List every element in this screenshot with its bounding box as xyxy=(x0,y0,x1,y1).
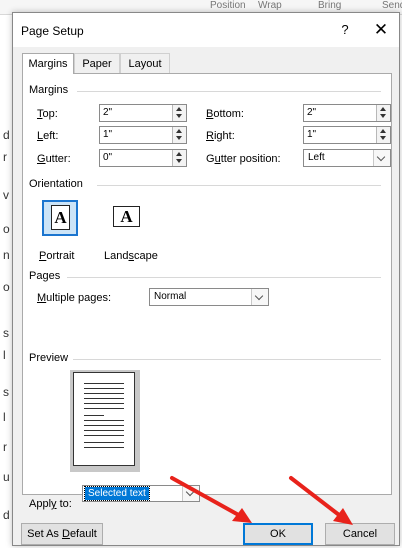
left-margin-label: Left: xyxy=(37,130,59,142)
apply-to-value: Selected text xyxy=(84,486,150,501)
chevron-down-icon xyxy=(376,152,386,162)
ribbon-item-wrap[interactable]: Wrap xyxy=(258,0,282,11)
cancel-button[interactable]: Cancel xyxy=(325,523,395,545)
spin-down-icon[interactable] xyxy=(176,136,182,140)
spin-down-icon[interactable] xyxy=(380,136,386,140)
left-margin-value: 1" xyxy=(103,129,113,140)
gutter-field[interactable]: 0" xyxy=(99,149,187,167)
doc-letter: r xyxy=(3,150,7,164)
landscape-label: Landscape xyxy=(104,250,158,262)
portrait-label: Portrait xyxy=(39,250,75,262)
landscape-option[interactable]: A xyxy=(108,200,144,236)
doc-letter: s xyxy=(3,326,9,340)
gutter-value: 0" xyxy=(103,152,113,163)
gutter-position-label: Gutter position: xyxy=(206,153,281,165)
apply-to-select[interactable]: Selected text xyxy=(82,485,200,502)
section-divider xyxy=(73,359,381,360)
landscape-page-icon: A xyxy=(113,206,140,227)
gutter-position-dropdown[interactable] xyxy=(373,150,390,166)
preview-section-label: Preview xyxy=(29,352,69,364)
left-margin-field[interactable]: 1" xyxy=(99,126,187,144)
chevron-down-icon xyxy=(254,291,264,301)
close-button[interactable]: ✕ xyxy=(369,18,393,42)
left-margin-spinner[interactable] xyxy=(172,127,186,143)
dialog-title: Page Setup xyxy=(21,24,84,38)
gutter-label: Gutter: xyxy=(37,153,71,165)
tab-paper[interactable]: Paper xyxy=(74,53,120,73)
doc-letter: l xyxy=(3,348,6,362)
section-divider xyxy=(77,91,381,92)
doc-letter: n xyxy=(3,248,10,262)
gutter-spinner[interactable] xyxy=(172,150,186,166)
top-margin-value: 2" xyxy=(103,107,113,118)
top-margin-label: Top: xyxy=(37,108,58,120)
right-margin-spinner[interactable] xyxy=(376,127,390,143)
spin-up-icon[interactable] xyxy=(380,129,386,133)
spin-up-icon[interactable] xyxy=(176,129,182,133)
right-margin-label: Right: xyxy=(206,130,235,142)
multiple-pages-select[interactable]: Normal xyxy=(149,288,269,306)
top-margin-spinner[interactable] xyxy=(172,105,186,121)
multiple-pages-label: Multiple pages: xyxy=(37,292,111,304)
set-as-default-button[interactable]: Set As Default xyxy=(21,523,103,545)
bottom-margin-value: 2" xyxy=(307,107,317,118)
doc-letter: v xyxy=(3,188,9,202)
pages-section-label: Pages xyxy=(29,270,61,282)
ribbon-item-bring[interactable]: Bring xyxy=(318,0,341,11)
spin-up-icon[interactable] xyxy=(176,107,182,111)
doc-letter: u xyxy=(3,470,10,484)
multiple-pages-dropdown[interactable] xyxy=(251,289,268,305)
doc-letter: d xyxy=(3,508,10,522)
portrait-option[interactable]: A xyxy=(42,200,78,236)
ok-button[interactable]: OK xyxy=(243,523,313,545)
multiple-pages-value: Normal xyxy=(154,291,187,302)
section-divider xyxy=(97,185,381,186)
orientation-section-label: Orientation xyxy=(29,178,83,190)
apply-to-label: Apply to: xyxy=(29,498,72,510)
bottom-margin-spinner[interactable] xyxy=(376,105,390,121)
bottom-margin-field[interactable]: 2" xyxy=(303,104,391,122)
chevron-down-icon xyxy=(185,487,195,497)
tab-layout[interactable]: Layout xyxy=(120,53,170,73)
spin-up-icon[interactable] xyxy=(380,107,386,111)
portrait-page-icon: A xyxy=(51,205,70,230)
preview-page xyxy=(73,372,135,466)
spin-up-icon[interactable] xyxy=(176,152,182,156)
ribbon-item-send[interactable]: Send xyxy=(382,0,402,11)
top-margin-field[interactable]: 2" xyxy=(99,104,187,122)
spin-down-icon[interactable] xyxy=(380,114,386,118)
doc-letter: o xyxy=(3,222,10,236)
spin-down-icon[interactable] xyxy=(176,114,182,118)
preview-thumbnail xyxy=(70,370,140,472)
bottom-margin-label: Bottom: xyxy=(206,108,244,120)
doc-letter: s xyxy=(3,385,9,399)
ribbon-item-position[interactable]: Position xyxy=(210,0,246,11)
right-margin-value: 1" xyxy=(307,129,317,140)
section-divider xyxy=(67,277,381,278)
apply-to-dropdown[interactable] xyxy=(182,486,199,501)
dialog-titlebar[interactable]: Page Setup ? ✕ xyxy=(13,13,399,47)
doc-letter: o xyxy=(3,280,10,294)
page-setup-dialog: Page Setup ? ✕ Margins Paper Layout Marg… xyxy=(12,12,400,546)
doc-letter: d xyxy=(3,128,10,142)
gutter-position-value: Left xyxy=(308,152,325,163)
gutter-position-select[interactable]: Left xyxy=(303,149,391,167)
right-margin-field[interactable]: 1" xyxy=(303,126,391,144)
margins-panel: Margins Top: 2" Bottom: 2" Left: 1" Righ… xyxy=(22,73,392,510)
help-button[interactable]: ? xyxy=(335,20,355,40)
doc-letter: l xyxy=(3,410,6,424)
doc-letter: r xyxy=(3,440,7,454)
margins-section-label: Margins xyxy=(29,84,69,96)
tab-margins[interactable]: Margins xyxy=(22,53,74,74)
spin-down-icon[interactable] xyxy=(176,159,182,163)
